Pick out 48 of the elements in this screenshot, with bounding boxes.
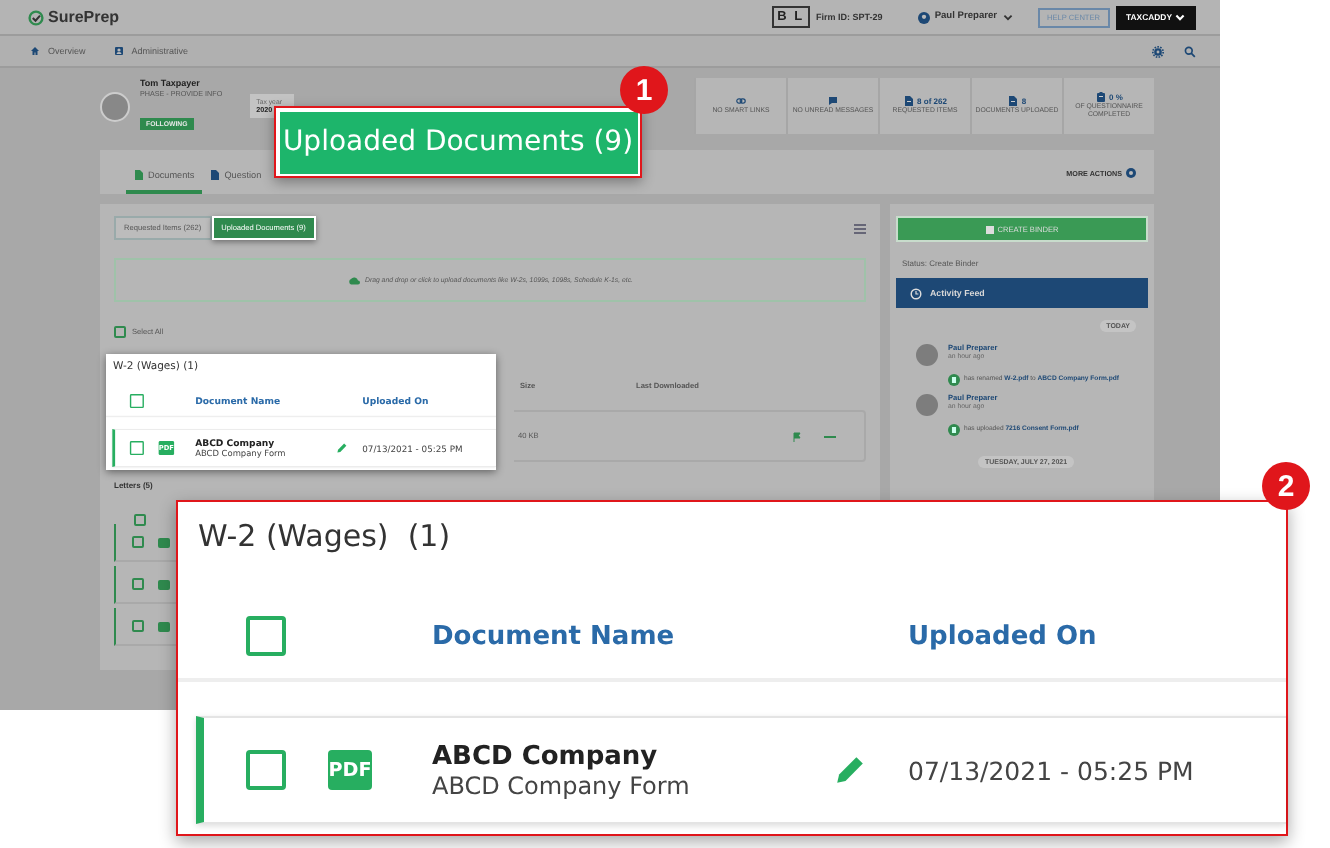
column-header[interactable]: Document Name — [432, 621, 675, 651]
message-icon — [828, 96, 838, 107]
checkbox[interactable] — [134, 514, 146, 526]
person-icon — [113, 46, 124, 56]
group-title: W-2 (Wages) (1) — [196, 518, 453, 558]
chevron-icon — [1174, 11, 1186, 23]
document-icon — [210, 170, 221, 180]
uploaded-documents-button[interactable]: Uploaded Documents (9) — [279, 111, 637, 173]
checkbox[interactable] — [246, 750, 286, 790]
clock-icon — [910, 287, 922, 299]
document-icon — [158, 621, 170, 631]
document-icon — [134, 170, 144, 180]
checkbox[interactable] — [132, 620, 144, 632]
file-icon — [948, 374, 960, 386]
home-icon — [30, 46, 40, 56]
checkbox[interactable] — [132, 536, 144, 548]
checkbox[interactable] — [132, 578, 144, 590]
callout-number: 2 — [1262, 462, 1310, 510]
clipboard-icon — [1095, 92, 1106, 103]
settings-icon[interactable] — [1152, 45, 1164, 57]
checkbox[interactable] — [129, 441, 144, 456]
pencil-icon[interactable] — [834, 754, 866, 786]
checkbox[interactable] — [246, 616, 286, 656]
document-name[interactable]: ABCD Company — [432, 741, 658, 771]
list-view-icon[interactable] — [854, 223, 866, 233]
document-icon — [158, 537, 170, 547]
document-icon — [1007, 96, 1018, 107]
avatar — [916, 344, 938, 366]
uploaded-date: 07/13/2021 - 05:25 PM — [908, 755, 1194, 785]
avatar — [100, 91, 130, 121]
document-icon — [903, 96, 914, 107]
file-icon — [948, 424, 960, 436]
pdf-icon: PDF — [328, 750, 372, 790]
document-icon — [158, 579, 170, 589]
link-icon — [736, 96, 746, 107]
user-icon — [918, 11, 931, 23]
chevron-icon — [1001, 11, 1014, 23]
search-icon[interactable] — [1184, 45, 1196, 57]
flag-icon[interactable] — [792, 431, 802, 441]
circle-dot-icon — [1126, 168, 1136, 178]
column-header[interactable]: Uploaded On — [908, 621, 1097, 651]
document-subtitle: ABCD Company Form — [432, 771, 690, 799]
pencil-icon[interactable] — [336, 442, 348, 454]
checkbox[interactable] — [114, 326, 126, 338]
cloud-upload-icon — [347, 275, 360, 285]
avatar — [916, 394, 938, 416]
logo[interactable]: SurePrep — [28, 8, 120, 26]
checkbox[interactable] — [129, 394, 144, 409]
